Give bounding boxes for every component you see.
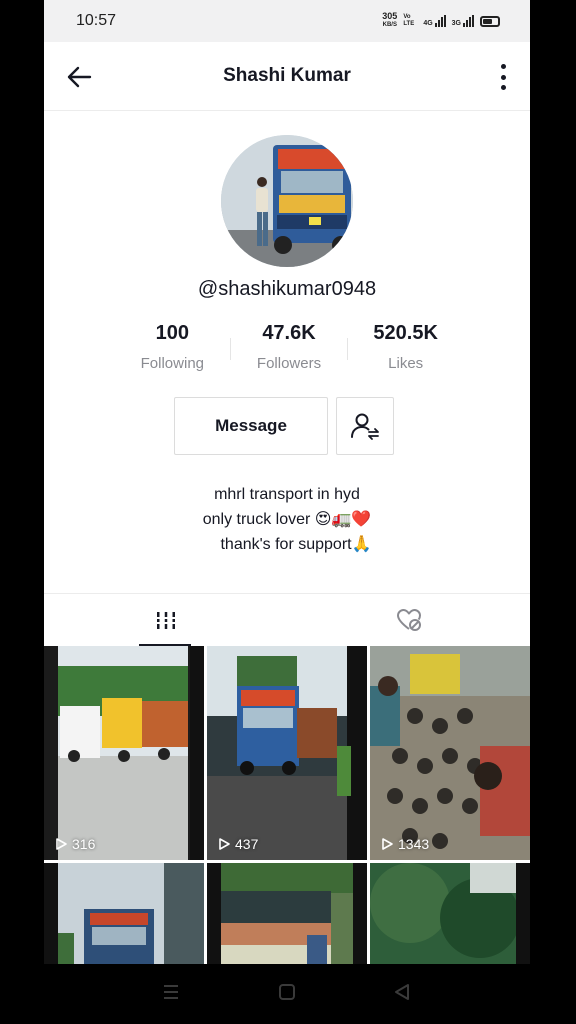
- liked-heart-hidden-icon: [396, 609, 421, 631]
- video-grid: 316 437 1343: [44, 646, 530, 964]
- page-title: Shashi Kumar: [223, 65, 351, 86]
- stat-value: 100: [155, 322, 190, 344]
- video-thumbnail[interactable]: [44, 863, 204, 964]
- stat-label: Following: [140, 355, 205, 372]
- video-thumbnail[interactable]: 316: [44, 646, 204, 860]
- tab-liked[interactable]: [287, 594, 530, 646]
- volte-icon: Vo LTE: [403, 14, 415, 27]
- more-vertical-icon: [500, 64, 506, 69]
- status-bar: 10:57 305 KB/S Vo LTE 4G 3G: [44, 0, 530, 42]
- stat-label: Likes: [388, 355, 424, 372]
- view-count: 316: [54, 836, 95, 852]
- add-friend-icon: [351, 413, 379, 440]
- view-count: 1343: [380, 836, 429, 852]
- status-time: 10:57: [76, 12, 117, 29]
- back-button[interactable]: [64, 62, 94, 92]
- network-4g-icon: 4G: [423, 15, 446, 27]
- tab-videos[interactable]: [44, 594, 287, 646]
- video-thumbnail-image: [207, 863, 367, 964]
- menu-lines-icon: [164, 985, 178, 999]
- profile-stats: 100 Following 47.6K Followers 520.5K Lik…: [114, 322, 464, 372]
- video-thumbnail-image: [370, 646, 530, 860]
- profile-username: @shashikumar0948: [197, 278, 377, 300]
- network-3g-icon: 3G: [452, 15, 474, 27]
- profile-header: Shashi Kumar: [44, 42, 530, 111]
- follow-button[interactable]: [336, 397, 394, 455]
- bio-line: mhrl transport in hyd: [214, 486, 360, 503]
- arrow-left-icon: [67, 66, 92, 88]
- video-thumbnail[interactable]: 437: [207, 646, 367, 860]
- network-speed: 305 KB/S: [382, 11, 398, 29]
- play-icon: [219, 838, 230, 850]
- status-icons: 305 KB/S Vo LTE 4G 3G: [382, 12, 500, 30]
- battery-icon: [480, 15, 500, 27]
- system-back-button[interactable]: [393, 982, 411, 1007]
- video-thumbnail-image: [207, 646, 367, 860]
- video-thumbnail-image: [44, 646, 204, 860]
- stat-divider: [230, 338, 231, 360]
- stat-following[interactable]: 100 Following: [114, 322, 231, 372]
- view-count: 437: [217, 836, 258, 852]
- bio-line: thank's for support🙏: [220, 536, 372, 553]
- profile-bio: mhrl transport in hyd only truck lover 😍…: [44, 482, 530, 557]
- home-button[interactable]: [278, 982, 296, 1007]
- avatar[interactable]: [221, 135, 353, 267]
- video-thumbnail[interactable]: [370, 863, 530, 964]
- stat-value: 47.6K: [262, 322, 316, 344]
- video-thumbnail-image: [370, 863, 530, 964]
- play-icon: [382, 838, 393, 850]
- message-button[interactable]: Message: [174, 397, 328, 455]
- stat-likes: 520.5K Likes: [347, 322, 464, 372]
- stat-followers[interactable]: 47.6K Followers: [231, 322, 348, 372]
- play-icon: [56, 838, 67, 850]
- app-screen: 10:57 305 KB/S Vo LTE 4G 3G Shashi Kumar…: [44, 0, 530, 964]
- recent-apps-button[interactable]: [162, 982, 180, 1007]
- square-home-icon: [279, 984, 295, 1000]
- stat-divider: [347, 338, 348, 360]
- video-thumbnail-image: [44, 863, 204, 964]
- profile-tabs: [44, 593, 530, 646]
- more-options-button[interactable]: [498, 64, 508, 90]
- videos-grid-icon: [155, 612, 176, 629]
- video-thumbnail[interactable]: [207, 863, 367, 964]
- stat-label: Followers: [256, 355, 322, 372]
- video-thumbnail[interactable]: 1343: [370, 646, 530, 860]
- triangle-back-icon: [395, 984, 409, 1000]
- stat-value: 520.5K: [373, 322, 438, 344]
- avatar-photo: [221, 135, 353, 267]
- bio-line: only truck lover 😍🚛❤️: [202, 511, 372, 528]
